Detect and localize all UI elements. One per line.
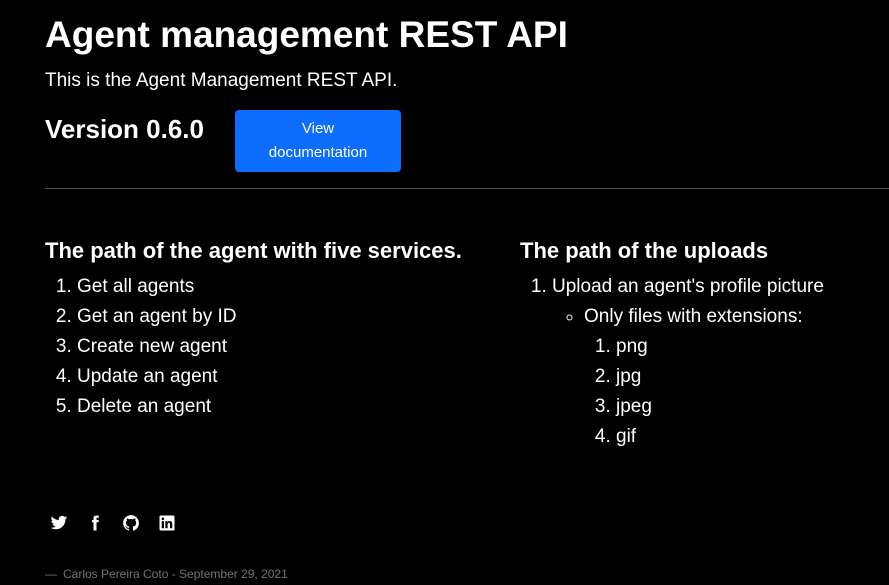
list-item: Update an agent [77, 362, 237, 392]
page-title: Agent management REST API [45, 14, 568, 55]
version-heading: Version 0.6.0 [45, 114, 204, 144]
social-links [50, 514, 176, 532]
agent-services-list: Get all agents Get an agent by ID Create… [45, 272, 237, 422]
linkedin-icon[interactable] [158, 514, 176, 532]
intro-text: This is the Agent Management REST API. [45, 70, 398, 91]
uploads-list: Upload an agent's profile picture Only f… [520, 272, 824, 452]
twitter-icon[interactable] [50, 514, 68, 532]
uploads-section-heading: The path of the uploads [520, 238, 769, 263]
author-date: Carlos Pereira Coto - September 29, 2021 [63, 567, 288, 581]
extensions-label: Only files with extensions: [584, 306, 803, 327]
footer-dash: — [45, 567, 57, 581]
list-item: Upload an agent's profile picture Only f… [552, 272, 824, 452]
extensions-list: png jpg jpeg gif [584, 332, 824, 452]
upload-sub-list: Only files with extensions: png jpg jpeg… [552, 302, 824, 452]
view-documentation-button[interactable]: View documentation [235, 110, 401, 172]
list-item: Only files with extensions: png jpg jpeg… [584, 302, 824, 452]
list-item: Create new agent [77, 332, 237, 362]
github-icon[interactable] [122, 514, 140, 532]
upload-item-label: Upload an agent's profile picture [552, 276, 824, 297]
list-item: jpeg [616, 392, 824, 422]
list-item: jpg [616, 362, 824, 392]
list-item: Get all agents [77, 272, 237, 302]
divider [45, 188, 889, 189]
list-item: Delete an agent [77, 392, 237, 422]
list-item: png [616, 332, 824, 362]
agents-section-heading: The path of the agent with five services… [45, 238, 462, 263]
list-item: gif [616, 422, 824, 452]
facebook-icon[interactable] [86, 514, 104, 532]
list-item: Get an agent by ID [77, 302, 237, 332]
footer-credit: — Carlos Pereira Coto - September 29, 202… [45, 566, 288, 582]
